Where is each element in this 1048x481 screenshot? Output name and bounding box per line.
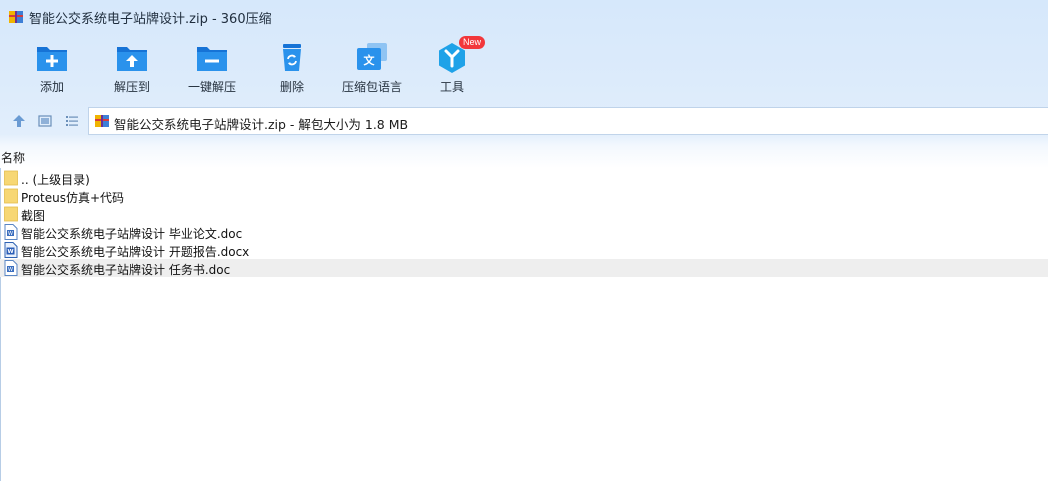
address-row: 智能公交系统电子站牌设计.zip - 解包大小为 1.8 MB — [0, 106, 1048, 136]
list-item-folder[interactable]: Proteus仿真+代码 — [0, 187, 1048, 205]
list-item-name: 截图 — [21, 209, 46, 223]
zip-archive-icon — [95, 115, 109, 127]
folder-icon — [4, 170, 18, 186]
delete-label: 删除 — [279, 80, 304, 94]
one-click-extract-label: 一键解压 — [187, 80, 236, 94]
svg-text:W: W — [7, 249, 13, 255]
one-click-extract-button[interactable]: 一键解压 — [174, 38, 250, 98]
archive-language-button[interactable]: 文 压缩包语言 — [334, 38, 410, 98]
list-view-icon[interactable] — [64, 113, 80, 129]
extract-to-label: 解压到 — [113, 80, 150, 94]
word-docx-icon: W — [4, 242, 18, 258]
folder-icon — [4, 206, 18, 222]
svg-text:W: W — [8, 267, 13, 273]
file-list: 名称 .. (上级目录) Proteus仿真+代码 截图 W 智能公交系统电子站… — [0, 146, 1048, 481]
svg-text:文: 文 — [364, 53, 376, 67]
toolbar: 添加 解压到 一键解压 删除 文 压缩包语言 New 工具 — [0, 32, 1048, 102]
word-doc-icon: W — [4, 224, 18, 240]
top-chrome: 智能公交系统电子站牌设计.zip - 360压缩 添加 解压到 一键解压 删除 … — [0, 0, 1048, 146]
column-header-label: 名称 — [1, 151, 26, 165]
file-rows: .. (上级目录) Proteus仿真+代码 截图 W 智能公交系统电子站牌设计… — [0, 169, 1048, 277]
zip-archive-icon — [9, 11, 23, 23]
address-text: 智能公交系统电子站牌设计.zip - 解包大小为 1.8 MB — [114, 117, 409, 132]
list-item-folder[interactable]: 截图 — [0, 205, 1048, 223]
up-level-icon[interactable] — [11, 113, 27, 129]
title-bar: 智能公交系统电子站牌设计.zip - 360压缩 — [0, 0, 1048, 32]
svg-text:W: W — [8, 231, 13, 237]
list-item-file-selected[interactable]: W 智能公交系统电子站牌设计 任务书.doc — [0, 259, 1048, 277]
list-item-name: 智能公交系统电子站牌设计 任务书.doc — [21, 263, 231, 277]
list-item-file[interactable]: W 智能公交系统电子站牌设计 开题报告.docx — [0, 241, 1048, 259]
folder-icon — [4, 188, 18, 204]
column-header-name[interactable]: 名称 — [0, 146, 1048, 168]
recycle-bin-icon — [283, 44, 301, 71]
delete-button[interactable]: 删除 — [254, 38, 330, 98]
window-title: 智能公交系统电子站牌设计.zip - 360压缩 — [29, 12, 272, 27]
list-item-name: 智能公交系统电子站牌设计 毕业论文.doc — [21, 227, 243, 241]
app-window: 智能公交系统电子站牌设计.zip - 360压缩 添加 解压到 一键解压 删除 … — [0, 0, 1048, 481]
list-item-name: Proteus仿真+代码 — [21, 191, 125, 205]
add-label: 添加 — [39, 80, 64, 94]
new-badge: New — [459, 36, 486, 49]
extract-to-button[interactable]: 解压到 — [94, 38, 170, 98]
archive-language-label: 压缩包语言 — [341, 80, 402, 94]
tools-button[interactable]: New 工具 — [414, 36, 490, 98]
thumbnail-view-icon[interactable] — [37, 113, 53, 129]
address-bar[interactable]: 智能公交系统电子站牌设计.zip - 解包大小为 1.8 MB — [88, 107, 1048, 135]
list-item-name: .. (上级目录) — [21, 173, 90, 187]
extract-to-icon — [117, 47, 147, 71]
add-button[interactable]: 添加 — [14, 38, 90, 98]
add-folder-icon — [37, 47, 67, 71]
one-click-extract-icon — [197, 47, 227, 71]
list-item-name: 智能公交系统电子站牌设计 开题报告.docx — [21, 245, 250, 259]
word-doc-icon: W — [4, 260, 18, 276]
list-item-parent-dir[interactable]: .. (上级目录) — [0, 169, 1048, 187]
language-icon: 文 — [357, 43, 387, 70]
tools-label: 工具 — [439, 80, 464, 94]
list-item-file[interactable]: W 智能公交系统电子站牌设计 毕业论文.doc — [0, 223, 1048, 241]
